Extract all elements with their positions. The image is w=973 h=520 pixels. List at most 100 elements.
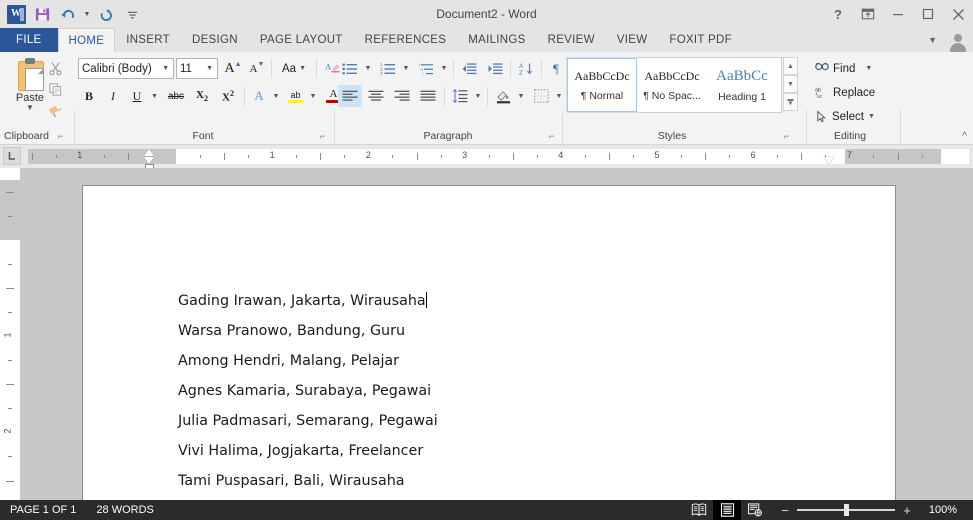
vertical-ruler[interactable]: 12 <box>0 168 20 500</box>
horizontal-ruler[interactable]: 1 1 2 3 4 5 6 7 <box>0 145 973 169</box>
read-mode-icon[interactable] <box>685 500 713 520</box>
multilevel-list-button[interactable]: 1 a i <box>414 57 438 80</box>
copy-button[interactable] <box>44 79 66 100</box>
save-icon[interactable] <box>30 2 54 26</box>
style-item-normal[interactable]: AaBbCcDc ¶ Normal <box>566 57 638 113</box>
align-center-button[interactable] <box>364 85 388 107</box>
select-button[interactable]: Select ▼ <box>812 106 878 127</box>
user-account-avatar[interactable] <box>945 28 971 52</box>
undo-icon[interactable] <box>56 2 80 26</box>
line-spacing-button[interactable] <box>448 85 472 107</box>
change-case-button[interactable]: Aa ▼ <box>276 57 312 80</box>
document-line[interactable]: Gading Irawan, Jakarta, Wirausaha <box>178 286 855 316</box>
styles-scroll-up-icon[interactable]: ▲ <box>783 57 798 75</box>
redo-icon[interactable] <box>94 2 118 26</box>
tab-overflow-chevron-icon[interactable]: ▼ <box>920 35 945 45</box>
font-name-chevron-down-icon[interactable]: ▼ <box>162 65 173 72</box>
word-count[interactable]: 28 WORDS <box>86 500 163 520</box>
text-highlight-chevron-down-icon[interactable]: ▼ <box>307 85 319 107</box>
zoom-slider[interactable] <box>797 504 895 516</box>
replace-button[interactable]: ab ac Replace <box>812 82 878 103</box>
shrink-font-button[interactable]: A ▼ <box>246 57 268 80</box>
document-line[interactable]: Among Hendri, Malang, Pelajar <box>178 346 855 376</box>
shading-button[interactable] <box>491 85 515 107</box>
numbering-button[interactable]: 1 2 3 <box>376 57 400 80</box>
document-line[interactable]: Tami Puspasari, Bali, Wirausaha <box>178 466 855 496</box>
print-layout-icon[interactable] <box>713 500 741 520</box>
styles-dialog-launcher-icon[interactable]: ⌐ <box>784 131 789 141</box>
shading-chevron-down-icon[interactable]: ▼ <box>515 85 527 107</box>
document-canvas[interactable]: Gading Irawan, Jakarta, Wirausaha Warsa … <box>20 168 973 500</box>
tab-stop-selector[interactable] <box>3 147 21 165</box>
paste-dropdown-icon[interactable]: ▼ <box>26 104 34 112</box>
right-indent-marker[interactable] <box>824 157 834 164</box>
web-layout-icon[interactable] <box>741 500 769 520</box>
select-chevron-down-icon[interactable]: ▼ <box>868 113 875 120</box>
font-size-combo[interactable]: 11 ▼ <box>176 58 218 79</box>
customize-qat-icon[interactable] <box>120 2 144 26</box>
sort-button[interactable]: A Z <box>514 57 538 80</box>
close-icon[interactable] <box>943 0 973 28</box>
text-effects-chevron-down-icon[interactable]: ▼ <box>270 85 282 107</box>
document-line[interactable]: Julia Padmasari, Semarang, Pegawai <box>178 406 855 436</box>
text-effects-button[interactable]: A <box>248 85 270 107</box>
font-name-combo[interactable]: Calibri (Body) ▼ <box>78 58 174 79</box>
tab-home[interactable]: HOME <box>57 28 116 52</box>
tab-insert[interactable]: INSERT <box>115 28 181 52</box>
zoom-out-button[interactable]: − <box>779 503 791 518</box>
font-size-chevron-down-icon[interactable]: ▼ <box>206 65 217 72</box>
justify-button[interactable] <box>416 85 440 107</box>
find-button[interactable]: Find ▼ <box>812 58 875 79</box>
document-line[interactable]: Agnes Kamaria, Surabaya, Pegawai <box>178 376 855 406</box>
decrease-indent-button[interactable] <box>457 57 481 80</box>
bullets-button[interactable] <box>338 57 362 80</box>
styles-more-icon[interactable]: ▬ ▼ <box>783 93 798 111</box>
page-indicator[interactable]: PAGE 1 OF 1 <box>0 500 86 520</box>
maximize-icon[interactable] <box>913 0 943 28</box>
find-chevron-down-icon[interactable]: ▼ <box>859 65 872 72</box>
tab-mailings[interactable]: MAILINGS <box>457 28 536 52</box>
styles-scroll-down-icon[interactable]: ▼ <box>783 75 798 93</box>
zoom-in-button[interactable]: + <box>901 503 913 518</box>
tab-design[interactable]: DESIGN <box>181 28 249 52</box>
bullets-chevron-down-icon[interactable]: ▼ <box>362 57 374 80</box>
zoom-slider-thumb[interactable] <box>844 504 849 516</box>
superscript-button[interactable]: X2 <box>216 85 240 107</box>
style-item-no-spacing[interactable]: AaBbCcDc ¶ No Spac... <box>637 58 707 112</box>
numbering-chevron-down-icon[interactable]: ▼ <box>400 57 412 80</box>
multilevel-list-chevron-down-icon[interactable]: ▼ <box>438 57 450 80</box>
word-app-icon[interactable]: W <box>4 2 28 26</box>
align-right-button[interactable] <box>390 85 414 107</box>
align-left-button[interactable] <box>338 85 362 107</box>
help-icon[interactable]: ? <box>823 0 853 28</box>
borders-button[interactable] <box>529 85 553 107</box>
tab-foxit-pdf[interactable]: FOXIT PDF <box>658 28 743 52</box>
font-dialog-launcher-icon[interactable]: ⌐ <box>320 131 325 141</box>
hanging-indent-marker[interactable] <box>144 157 154 164</box>
underline-button[interactable]: U <box>126 85 148 107</box>
document-line[interactable]: Warsa Pranowo, Bandung, Guru <box>178 316 855 346</box>
collapse-ribbon-icon[interactable]: ^ <box>962 131 967 142</box>
style-item-heading-1[interactable]: AaBbCc Heading 1 <box>707 58 777 112</box>
zoom-level[interactable]: 100% <box>919 504 965 516</box>
grow-font-button[interactable]: A ▲ <box>222 57 244 80</box>
increase-indent-button[interactable] <box>483 57 507 80</box>
line-spacing-chevron-down-icon[interactable]: ▼ <box>472 85 484 107</box>
paragraph-dialog-launcher-icon[interactable]: ⌐ <box>549 131 554 141</box>
underline-chevron-down-icon[interactable]: ▼ <box>148 85 161 107</box>
tab-file[interactable]: FILE <box>0 28 58 52</box>
tab-page-layout[interactable]: PAGE LAYOUT <box>249 28 354 52</box>
tab-view[interactable]: VIEW <box>606 28 659 52</box>
text-highlight-button[interactable]: ab <box>284 85 307 107</box>
strikethrough-button[interactable]: abc <box>164 85 188 107</box>
italic-button[interactable]: I <box>102 85 124 107</box>
document-page[interactable]: Gading Irawan, Jakarta, Wirausaha Warsa … <box>82 185 896 500</box>
document-line[interactable]: Vivi Halima, Jogjakarta, Freelancer <box>178 436 855 466</box>
tab-references[interactable]: REFERENCES <box>354 28 458 52</box>
subscript-button[interactable]: X2 <box>190 85 214 107</box>
cut-button[interactable] <box>44 58 66 79</box>
document-text-body[interactable]: Gading Irawan, Jakarta, Wirausaha Warsa … <box>178 286 855 496</box>
bold-button[interactable]: B <box>78 85 100 107</box>
minimize-icon[interactable] <box>883 0 913 28</box>
tab-review[interactable]: REVIEW <box>537 28 606 52</box>
